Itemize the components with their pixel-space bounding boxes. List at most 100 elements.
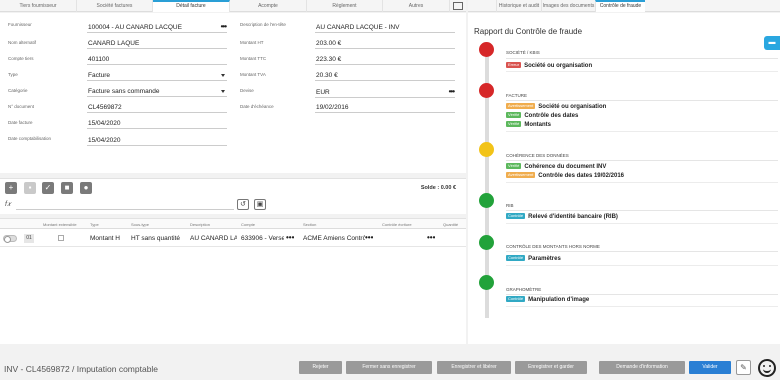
folder-button[interactable]: ■ <box>61 182 73 194</box>
invoice-form: Fournisseur 100004 - AU CANARD LACQUE •••… <box>0 13 466 173</box>
check-item[interactable]: Contrôlé Manipulation d'image <box>506 296 589 304</box>
cell-type[interactable]: Montant H <box>90 235 128 242</box>
col-type[interactable]: Type <box>90 222 99 227</box>
tab-controle-fraude[interactable]: Contrôle de fraude <box>595 0 645 12</box>
tab-acompte[interactable]: Acompte <box>230 0 307 12</box>
field-montant-ttc[interactable]: 223.30 € <box>315 55 455 65</box>
side-tabbar: Historique et audit Images des documents… <box>468 0 780 12</box>
field-fournisseur[interactable]: 100004 - AU CANARD LACQUE ••• <box>87 23 227 33</box>
field-date-comptabilisation[interactable]: 15/04/2020 <box>87 136 227 146</box>
row-checkbox[interactable] <box>58 235 64 241</box>
status-badge: Vérifié <box>506 121 522 127</box>
compte-more-icon[interactable]: ••• <box>286 233 294 242</box>
more-icon[interactable]: ••• <box>221 23 227 31</box>
check-item[interactable]: Contrôlé Relevé d'identité bancaire (RIB) <box>506 213 618 221</box>
section-title-graphometre: GRAPHOMÈTRE <box>506 287 542 292</box>
status-dot-rib <box>479 193 494 208</box>
check-item[interactable]: Vérifié Cohérence du document INV <box>506 163 606 171</box>
item-divider <box>506 71 778 72</box>
field-montant-tva[interactable]: 20.30 € <box>315 71 455 81</box>
row-more-icon[interactable]: ••• <box>427 233 435 242</box>
cell-description[interactable]: AU CANARD LA <box>190 235 237 242</box>
status-badge: Vérifié <box>506 112 522 118</box>
check-item[interactable]: Vérifié Montants <box>506 121 551 129</box>
settings-button[interactable]: ● <box>80 182 92 194</box>
tab-societe-factures[interactable]: Société factures <box>77 0 153 12</box>
field-date-echeance[interactable]: 19/02/2016 <box>315 103 455 113</box>
col-description[interactable]: Description <box>190 222 210 227</box>
check-item[interactable]: Vérifié Contrôle des dates <box>506 112 578 120</box>
field-devise[interactable]: EUR ••• <box>315 88 455 98</box>
status-badge: Vérifié <box>506 163 522 169</box>
save-keep-button[interactable]: Enregistrer et garder <box>515 361 587 374</box>
tab-historique-audit[interactable]: Historique et audit <box>496 0 541 12</box>
window-icon[interactable] <box>453 2 463 10</box>
select-type[interactable]: Facture <box>87 71 227 81</box>
field-ndocument[interactable]: CL4569872 <box>87 103 227 113</box>
tab-autres[interactable]: Autres <box>383 0 451 12</box>
col-montant-extensible[interactable]: Montant extensible <box>43 222 77 227</box>
check-label: Relevé d'identité bancaire (RIB) <box>528 214 618 220</box>
save-release-button[interactable]: Enregistrer et libérer <box>437 361 511 374</box>
item-divider <box>506 223 778 224</box>
check-label: Contrôle des dates <box>524 113 579 119</box>
col-compte[interactable]: Compte <box>241 222 255 227</box>
section-title-rib: RIB <box>506 203 514 208</box>
field-description[interactable]: AU CANARD LACQUE - INV <box>315 23 455 33</box>
cell-sous-type[interactable]: HT sans quantité <box>131 235 186 242</box>
section-title-montants: CONTRÔLE DES MONTANTS HORS NORME <box>506 244 600 249</box>
tab-detail-facture[interactable]: Détail facture <box>152 0 230 12</box>
col-section[interactable]: Section <box>303 222 316 227</box>
field-date-facture[interactable]: 15/04/2020 <box>87 119 227 129</box>
item-divider <box>506 182 778 183</box>
label-date-facture: Date facture <box>8 120 33 125</box>
select-categorie[interactable]: Facture sans commande <box>87 87 227 97</box>
col-sous-type[interactable]: Sous-type <box>131 222 149 227</box>
check-item[interactable]: Avertissement Société ou organisation <box>506 103 606 111</box>
tab-images-documents[interactable]: Images des documents <box>541 0 595 12</box>
cell-compte[interactable]: 633906 - Verser <box>241 235 284 242</box>
tab-reglement[interactable]: Règlement <box>307 0 383 12</box>
comment-icon[interactable]: ✎ <box>736 360 751 375</box>
chat-icon[interactable]: ▬ <box>764 36 780 50</box>
col-quantite[interactable]: Quantité <box>443 222 458 227</box>
information-request-button[interactable]: Demande d'information <box>599 361 685 374</box>
reject-button[interactable]: Rejeter <box>299 361 342 374</box>
type-value: Facture <box>88 72 111 79</box>
main-tabbar: Tiers fournisseur Société factures Détai… <box>0 0 466 12</box>
save-icon-button[interactable]: ▣ <box>254 199 266 210</box>
check-label: Société ou organisation <box>524 63 593 69</box>
col-controle-ecriture[interactable]: Contrôle écriture <box>382 222 412 227</box>
more-icon[interactable]: ••• <box>449 88 455 96</box>
check-item[interactable]: Erreur Société ou organisation <box>506 62 592 70</box>
field-nom-alternatif[interactable]: CANARD LAQUE <box>87 39 227 49</box>
formula-icon: f𝑥 <box>5 201 11 208</box>
validate-button[interactable]: Valider <box>689 361 731 374</box>
item-divider <box>506 265 778 266</box>
delete-line-button[interactable]: ▪ <box>24 182 36 194</box>
section-divider <box>506 100 778 101</box>
devise-value: EUR <box>316 89 330 96</box>
undo-button[interactable]: ↺ <box>237 199 249 210</box>
add-line-button[interactable]: + <box>5 182 17 194</box>
field-compte-tiers[interactable]: 401100 <box>87 55 227 65</box>
formula-row: f𝑥 ↺ ▣ <box>0 196 466 214</box>
fournisseur-value: 100004 - AU CANARD LACQUE <box>88 24 182 31</box>
label-ndocument: N° document <box>8 104 35 109</box>
label-montant-ttc: Montant TTC <box>240 56 267 61</box>
tab-tiers-fournisseur[interactable]: Tiers fournisseur <box>0 0 77 12</box>
cell-section[interactable]: ACME Amiens Contrôle <box>303 235 365 242</box>
section-more-icon[interactable]: ••• <box>365 233 373 242</box>
formula-input[interactable] <box>16 200 234 210</box>
table-row[interactable]: 01 Montant H HT sans quantité AU CANARD … <box>0 231 466 247</box>
check-button[interactable]: ✓ <box>42 182 54 194</box>
close-without-save-button[interactable]: Fermer sans enregistrer <box>346 361 432 374</box>
status-badge: Contrôlé <box>506 213 526 219</box>
section-title-societe: SOCIÉTÉ / KBIS <box>506 50 540 55</box>
smiley-icon[interactable] <box>758 359 776 377</box>
check-item[interactable]: Avertissement Contrôle des dates 19/02/20… <box>506 172 624 180</box>
row-toggle[interactable] <box>3 235 17 243</box>
check-item[interactable]: Contrôlé Paramètres <box>506 255 561 263</box>
section-divider <box>506 251 778 252</box>
field-montant-ht[interactable]: 203.00 € <box>315 39 455 49</box>
